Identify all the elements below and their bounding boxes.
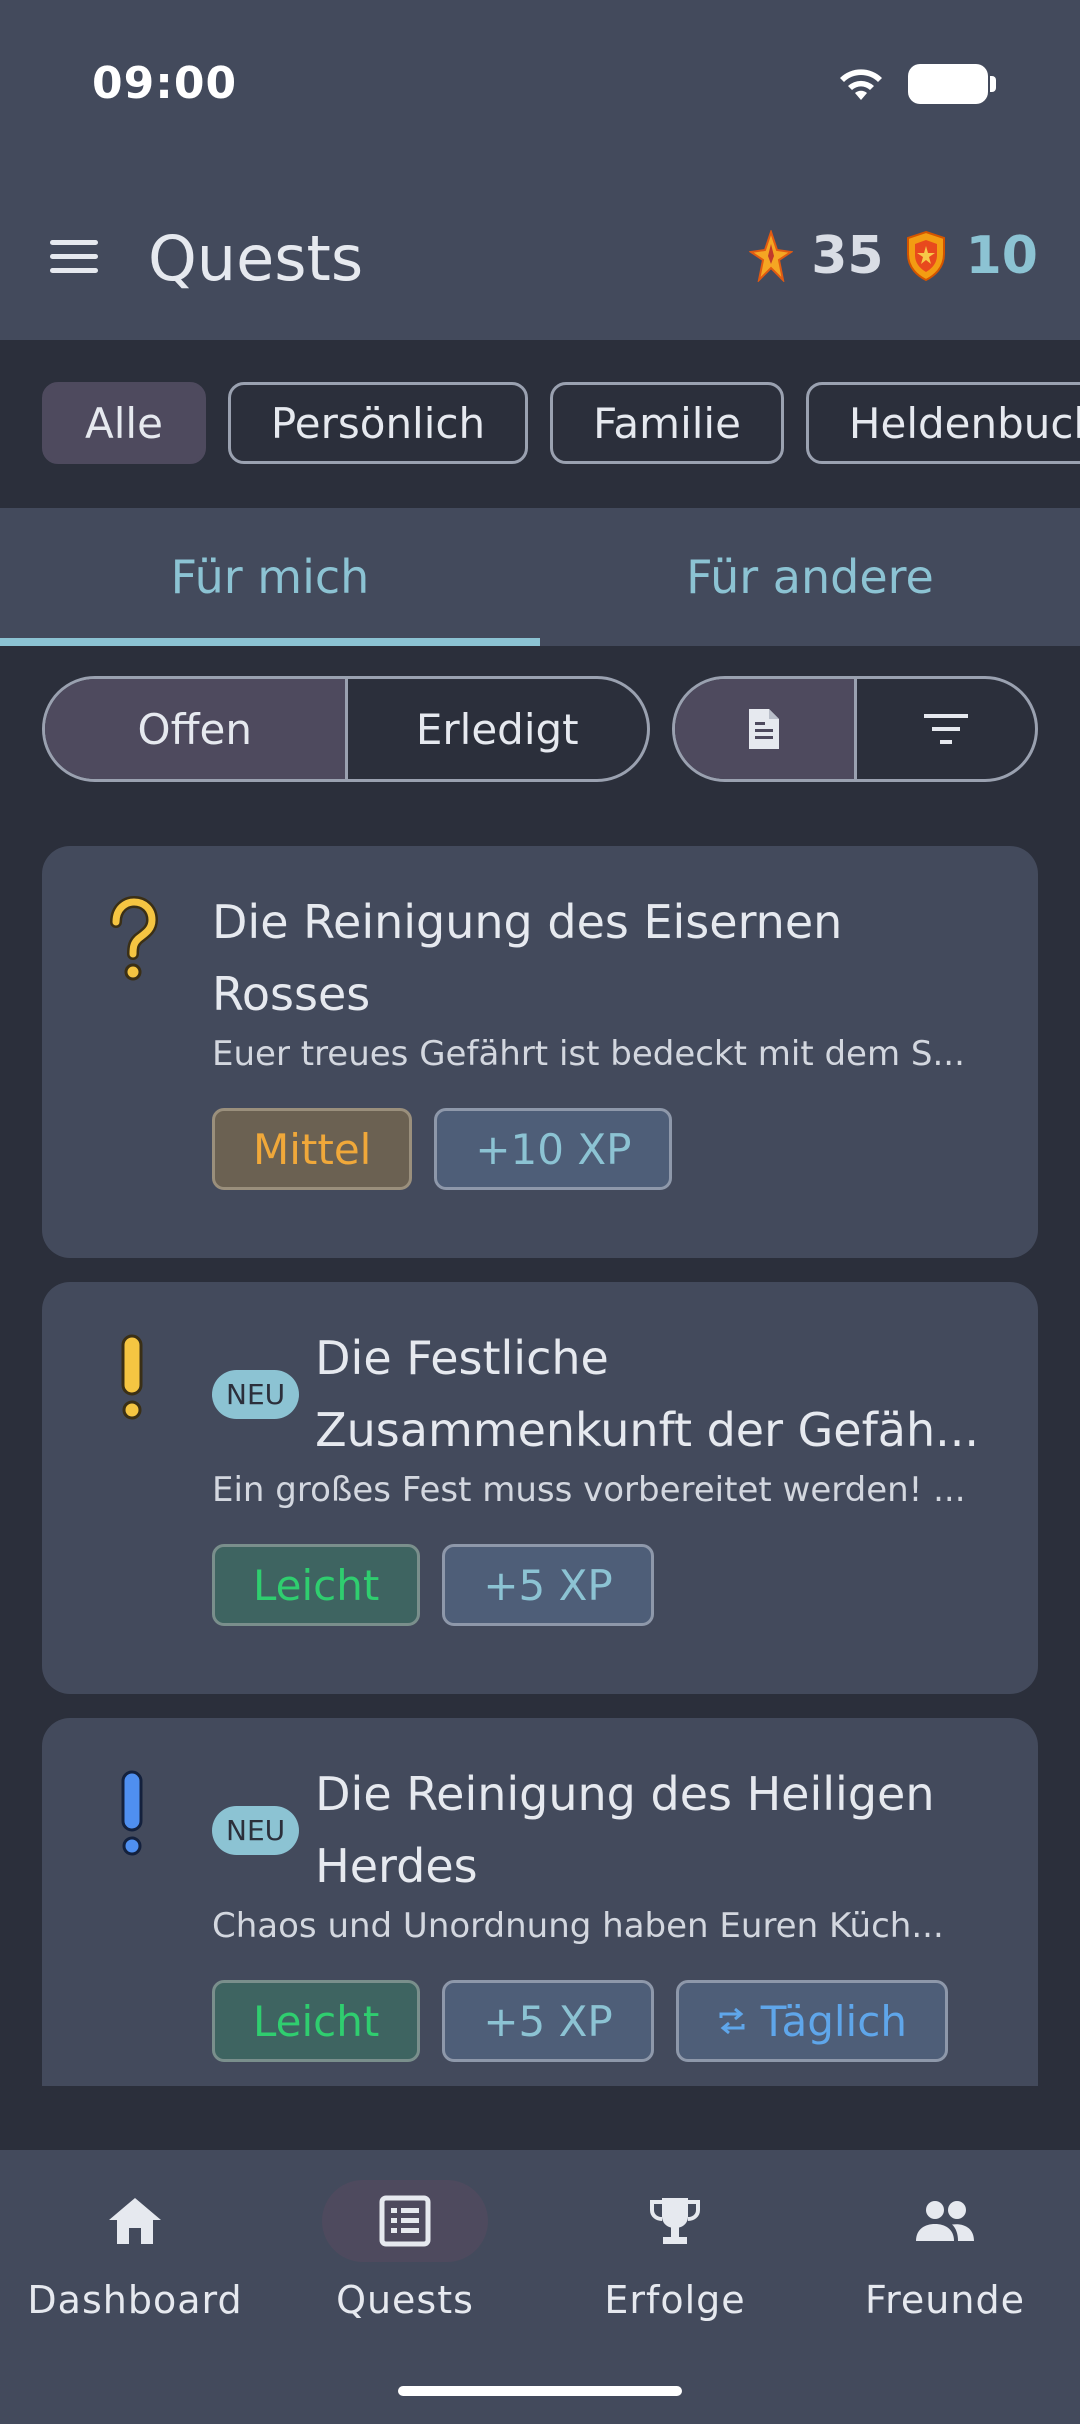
sort-button[interactable] xyxy=(853,679,1036,779)
page-title: Quests xyxy=(148,222,364,295)
exclamation-yellow-icon xyxy=(121,1334,143,1420)
new-badge: NEU xyxy=(212,1805,300,1855)
xp-value: 35 xyxy=(811,226,884,286)
trophy-icon xyxy=(650,2198,700,2244)
xp-counter[interactable]: 35 xyxy=(749,226,884,286)
nav-label: Dashboard xyxy=(27,2278,243,2322)
status-icons xyxy=(836,64,996,104)
xp-reward-tag: +5 XP xyxy=(442,1980,654,2062)
quest-card[interactable]: NEU Die Reinigung des Heiligen Herdes Ch… xyxy=(42,1718,1038,2086)
quest-description: Chaos und Unordnung haben Euren Küch... xyxy=(212,1906,944,1946)
chip-familie[interactable]: Familie xyxy=(550,382,784,464)
star-flame-icon xyxy=(749,230,794,282)
recurrence-label: Täglich xyxy=(760,1996,907,2046)
people-icon xyxy=(916,2201,974,2241)
list-icon xyxy=(379,2195,431,2247)
nav-freunde[interactable]: Freunde xyxy=(810,2150,1080,2424)
question-mark-icon xyxy=(110,896,159,981)
segment-erledigt[interactable]: Erledigt xyxy=(344,679,648,779)
home-icon xyxy=(109,2198,161,2244)
status-segmented-control: Offen Erledigt xyxy=(42,676,650,782)
difficulty-tag: Leicht xyxy=(212,1544,421,1626)
difficulty-tag: Mittel xyxy=(212,1108,413,1190)
view-segmented-control xyxy=(672,676,1038,782)
shield-value: 10 xyxy=(965,226,1038,286)
segment-offen[interactable]: Offen xyxy=(45,679,345,779)
quest-content: NEU Die Festliche Zusammenkunft der Gefä… xyxy=(212,1322,998,1626)
quest-title: Die Festliche Zusammenkunft der Gefäh... xyxy=(315,1331,979,1457)
quest-title: Die Reinigung des Heiligen Herdes xyxy=(315,1767,935,1893)
nav-erfolge[interactable]: Erfolge xyxy=(540,2150,810,2424)
hamburger-menu-icon[interactable] xyxy=(44,226,104,286)
nav-label: Freunde xyxy=(865,2278,1025,2322)
document-view-button[interactable] xyxy=(675,679,854,779)
sort-icon xyxy=(923,714,968,744)
nav-label: Quests xyxy=(336,2278,474,2322)
wifi-icon xyxy=(840,69,882,100)
chip-heldenbuch[interactable]: Heldenbuch xyxy=(805,382,1080,464)
difficulty-tag: Leicht xyxy=(212,1980,421,2062)
quest-description: Euer treues Gefährt ist bedeckt mit dem … xyxy=(212,1034,965,1074)
xp-reward-tag: +5 XP xyxy=(442,1544,654,1626)
exclamation-blue-icon xyxy=(121,1770,143,1856)
bottom-navigation: Dashboard Quests Erfolge Freunde xyxy=(0,2150,1080,2424)
status-time: 09:00 xyxy=(92,58,238,109)
repeat-icon xyxy=(719,2007,745,2035)
tab-fuer-andere[interactable]: Für andere xyxy=(540,508,1080,646)
nav-dashboard[interactable]: Dashboard xyxy=(0,2150,270,2424)
chip-persoenlich[interactable]: Persönlich xyxy=(227,382,529,464)
quest-content: NEU Die Reinigung des Heiligen Herdes Ch… xyxy=(212,1758,998,2062)
quest-content: Die Reinigung des Eisernen Rosses Euer t… xyxy=(212,886,998,1190)
recurrence-tag: Täglich xyxy=(675,1980,948,2062)
chip-alle[interactable]: Alle xyxy=(42,382,206,464)
tab-fuer-mich[interactable]: Für mich xyxy=(0,508,540,646)
home-indicator xyxy=(398,2386,682,2396)
shield-counter[interactable]: 10 xyxy=(904,226,1038,286)
quest-description: Ein großes Fest muss vorbereitet werden!… xyxy=(212,1470,966,1510)
nav-label: Erfolge xyxy=(604,2278,746,2322)
battery-icon xyxy=(908,64,996,104)
document-icon xyxy=(749,709,780,749)
assignee-tabs: Für mich Für andere xyxy=(0,508,1080,646)
xp-reward-tag: +10 XP xyxy=(434,1108,673,1190)
quest-card[interactable]: NEU Die Festliche Zusammenkunft der Gefä… xyxy=(42,1282,1038,1694)
top-app-bar: 09:00 Quests 35 10 xyxy=(0,0,1080,340)
header-stats: 35 10 xyxy=(749,226,1038,286)
quest-card[interactable]: Die Reinigung des Eisernen Rosses Euer t… xyxy=(42,846,1038,1258)
nav-quests[interactable]: Quests xyxy=(270,2150,540,2424)
category-filter-bar: Alle Persönlich Familie Heldenbuch xyxy=(0,340,1080,508)
new-badge: NEU xyxy=(212,1369,300,1419)
shield-icon xyxy=(906,230,945,282)
quest-title: Die Reinigung des Eisernen Rosses xyxy=(212,895,843,1021)
